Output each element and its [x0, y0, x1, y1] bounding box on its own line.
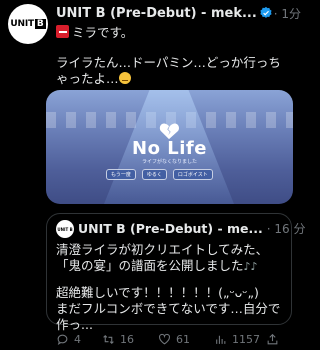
like-count: 61: [176, 332, 190, 346]
media-buttons: もう一度 ゆるく ロゴボイスト: [106, 169, 213, 180]
song-title: No Life: [132, 138, 207, 159]
quoted-line-2: 超絶難しいです！！！！！！(„ᵕᴗᵕ„): [56, 285, 259, 300]
reply-button[interactable]: 4: [56, 333, 102, 346]
share-button[interactable]: [266, 333, 286, 346]
avatar-logo: UNIT B: [10, 19, 46, 29]
retweet-button[interactable]: 16: [102, 333, 158, 346]
reply-icon: [57, 334, 68, 345]
media-pill: ゆるく: [141, 169, 167, 180]
quoted-display-name: UNIT B (Pre-Debut) - me...: [78, 221, 263, 236]
reply-count: 4: [74, 332, 81, 346]
quoted-tweet[interactable]: UNIT B UNIT B (Pre-Debut) - me... · 16 分…: [46, 213, 305, 332]
crying-face-icon: [118, 72, 131, 84]
sender-text: ミラです。: [72, 25, 134, 40]
music-notes-icon: ♪♪: [243, 260, 258, 273]
quoted-header: UNIT B (Pre-Debut) - me... · 16 分: [78, 220, 305, 237]
action-bar: 4 16 61 1157: [56, 332, 296, 346]
media-pill: もう一度: [106, 169, 136, 180]
tweet-body-text: ライラたん…ドーパミン…どっか行っちゃったよ…: [56, 55, 281, 86]
retweet-icon: [103, 334, 114, 344]
quoted-time: · 16 分: [266, 222, 306, 236]
song-subtitle: ライフがなくなりました: [141, 159, 197, 165]
heart-icon: [159, 333, 170, 344]
display-name[interactable]: UNIT B (Pre-Debut) - mek...: [56, 6, 257, 21]
verified-badge-icon: [260, 6, 272, 18]
views-icon: [216, 335, 226, 344]
views-count: 1157: [232, 332, 260, 346]
tweet-time[interactable]: · 1分: [274, 5, 301, 22]
quoted-avatar: UNIT B: [56, 220, 74, 238]
avatar[interactable]: UNIT B: [8, 4, 48, 44]
tweet-header: UNIT B (Pre-Debut) - mek... · 1分: [56, 4, 301, 22]
sender-line: ミラです。: [56, 22, 133, 41]
tweet-body: ライラたん…ドーパミン…どっか行っちゃったよ…: [56, 55, 292, 87]
like-button[interactable]: 61: [158, 333, 214, 346]
share-icon: [267, 333, 278, 344]
mailbox-icon: [56, 25, 69, 38]
quoted-line-3: まだフルコンボできてないです…自分で作っ...: [56, 301, 281, 332]
quoted-text: 清澄ライラが初クリエイトしてみた、「鬼の宴」の譜面を公開しました♪♪ 超絶難しい…: [56, 242, 286, 333]
retweet-count: 16: [120, 332, 134, 346]
views-button[interactable]: 1157: [214, 333, 266, 346]
quoted-line-1: 清澄ライラが初クリエイトしてみた、「鬼の宴」の譜面を公開しました: [56, 242, 269, 273]
tweet-media-image[interactable]: No Life ライフがなくなりました もう一度 ゆるく ロゴボイスト: [46, 90, 293, 204]
media-pill: ロゴボイスト: [172, 169, 213, 180]
